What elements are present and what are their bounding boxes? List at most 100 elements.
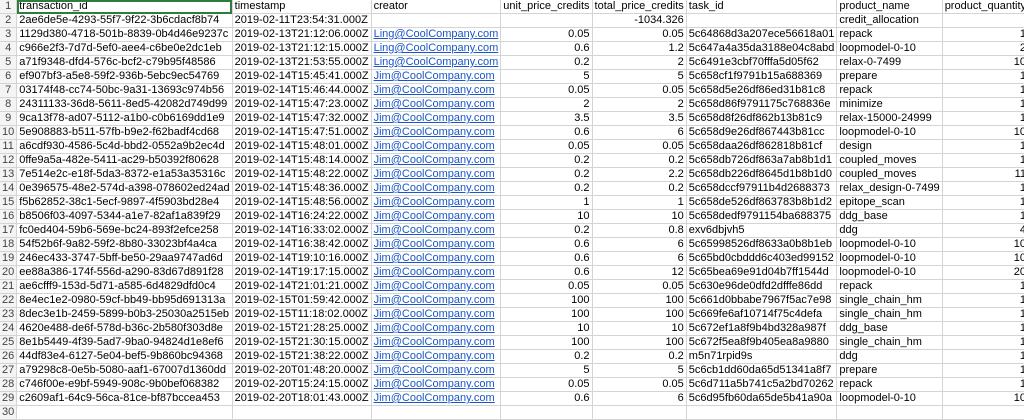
row-number[interactable]: 17 bbox=[0, 223, 18, 238]
row-number[interactable]: 10 bbox=[0, 125, 18, 140]
row-number[interactable]: 14 bbox=[0, 181, 18, 196]
cell-timestamp[interactable]: 2019-02-14T16:33:02.000Z bbox=[232, 223, 372, 238]
cell-task-id[interactable]: 5c6491e3cbf70fffa5d05f62 bbox=[686, 55, 838, 70]
cell-unit-price-credits[interactable]: 0.6 bbox=[500, 265, 593, 280]
cell-unit-price-credits[interactable]: 10 bbox=[500, 321, 593, 336]
cell-product-quantity[interactable]: 11 bbox=[942, 167, 1024, 182]
cell-product-quantity[interactable]: 1 bbox=[942, 321, 1024, 336]
row-number[interactable]: 3 bbox=[0, 27, 18, 42]
cell-transaction-id[interactable]: 0ffe9a5a-482e-5411-ac29-b50392f80628 bbox=[16, 153, 233, 168]
cell-unit-price-credits[interactable] bbox=[500, 13, 593, 28]
cell-transaction-id[interactable]: 4620e488-de6f-578d-b36c-2b580f303d8e bbox=[16, 321, 233, 336]
cell-product-name[interactable]: ddg_base bbox=[836, 321, 943, 336]
cell-creator[interactable] bbox=[371, 405, 502, 420]
cell-transaction-id[interactable]: c746f00e-e9bf-5949-908c-9b0bef068382 bbox=[16, 377, 233, 392]
row-number[interactable]: 29 bbox=[0, 391, 18, 406]
cell-timestamp[interactable]: 2019-02-15T11:18:02.000Z bbox=[232, 307, 372, 322]
column-header-creator[interactable]: creator bbox=[371, 0, 502, 14]
cell-unit-price-credits[interactable] bbox=[500, 405, 593, 420]
cell-transaction-id[interactable]: c966e2f3-7d7d-5ef0-aee4-c6be0e2dc1eb bbox=[16, 41, 233, 56]
cell-product-name[interactable]: minimize bbox=[836, 97, 943, 112]
creator-email-link[interactable]: Jim@CoolCompany.com bbox=[374, 238, 495, 250]
cell-timestamp[interactable]: 2019-02-14T15:47:23.000Z bbox=[232, 97, 372, 112]
cell-creator[interactable]: Jim@CoolCompany.com bbox=[371, 293, 502, 308]
creator-email-link[interactable]: Jim@CoolCompany.com bbox=[374, 280, 495, 292]
cell-timestamp[interactable]: 2019-02-14T15:48:56.000Z bbox=[232, 195, 372, 210]
cell-transaction-id[interactable]: 246ec433-3747-5bff-be50-29aa9747ad6d bbox=[16, 251, 233, 266]
creator-email-link[interactable]: Jim@CoolCompany.com bbox=[374, 70, 495, 82]
cell-timestamp[interactable]: 2019-02-14T15:48:36.000Z bbox=[232, 181, 372, 196]
cell-task-id[interactable]: 5c630e96de0dfd2dfffe86dd bbox=[686, 279, 838, 294]
creator-email-link[interactable]: Ling@CoolCompany.com bbox=[374, 28, 499, 40]
cell-unit-price-credits[interactable]: 0.2 bbox=[500, 153, 593, 168]
cell-transaction-id[interactable]: c2609af1-64c9-56ca-81ce-bf87bccea453 bbox=[16, 391, 233, 406]
cell-unit-price-credits[interactable]: 0.05 bbox=[500, 139, 593, 154]
cell-timestamp[interactable]: 2019-02-13T21:12:15.000Z bbox=[232, 41, 372, 56]
cell-product-quantity[interactable]: 1 bbox=[942, 335, 1024, 350]
cell-product-quantity[interactable]: 1 bbox=[942, 363, 1024, 378]
cell-product-name[interactable]: ddg_base bbox=[836, 209, 943, 224]
cell-total-price-credits[interactable]: 0.2 bbox=[592, 153, 687, 168]
cell-transaction-id[interactable]: 03174f48-cc74-50bc-9a31-13693c974b56 bbox=[16, 83, 233, 98]
cell-total-price-credits[interactable]: 1 bbox=[592, 195, 687, 210]
row-number[interactable]: 28 bbox=[0, 377, 18, 392]
cell-total-price-credits[interactable]: 100 bbox=[592, 307, 687, 322]
cell-timestamp[interactable]: 2019-02-14T16:38:42.000Z bbox=[232, 237, 372, 252]
cell-product-quantity[interactable] bbox=[942, 13, 1024, 28]
cell-timestamp[interactable]: 2019-02-14T21:01:21.000Z bbox=[232, 279, 372, 294]
cell-product-name[interactable]: prepare bbox=[836, 69, 943, 84]
cell-unit-price-credits[interactable]: 0.6 bbox=[500, 391, 593, 406]
cell-total-price-credits[interactable] bbox=[592, 405, 687, 420]
cell-total-price-credits[interactable]: 100 bbox=[592, 293, 687, 308]
row-number[interactable]: 15 bbox=[0, 195, 18, 210]
cell-timestamp[interactable]: 2019-02-15T21:28:25.000Z bbox=[232, 321, 372, 336]
cell-total-price-credits[interactable]: 5 bbox=[592, 69, 687, 84]
cell-creator[interactable]: Jim@CoolCompany.com bbox=[371, 279, 502, 294]
creator-email-link[interactable]: Jim@CoolCompany.com bbox=[374, 308, 495, 320]
cell-task-id[interactable]: 5c647a4a35da3188e04c8abd bbox=[686, 41, 838, 56]
cell-task-id[interactable]: 5c658dedf9791154ba688375 bbox=[686, 209, 838, 224]
row-number[interactable]: 19 bbox=[0, 251, 18, 266]
cell-total-price-credits[interactable]: 5 bbox=[592, 363, 687, 378]
cell-transaction-id[interactable]: 54f52b6f-9a82-59f2-8b80-33023bf4a4ca bbox=[16, 237, 233, 252]
column-header-unit-price-credits[interactable]: unit_price_credits bbox=[500, 0, 593, 14]
cell-transaction-id[interactable]: 0e396575-48e2-574d-a398-078602ed24ad bbox=[16, 181, 233, 196]
cell-total-price-credits[interactable]: 3.5 bbox=[592, 111, 687, 126]
cell-total-price-credits[interactable]: 6 bbox=[592, 251, 687, 266]
cell-unit-price-credits[interactable]: 5 bbox=[500, 69, 593, 84]
cell-task-id[interactable]: 5c65bd0cbddd6c403ed99152 bbox=[686, 251, 838, 266]
cell-creator[interactable]: Jim@CoolCompany.com bbox=[371, 391, 502, 406]
creator-email-link[interactable]: Jim@CoolCompany.com bbox=[374, 140, 495, 152]
cell-total-price-credits[interactable]: 0.05 bbox=[592, 139, 687, 154]
cell-product-quantity[interactable]: 1 bbox=[942, 307, 1024, 322]
cell-product-name[interactable]: prepare bbox=[836, 363, 943, 378]
cell-creator[interactable]: Jim@CoolCompany.com bbox=[371, 237, 502, 252]
cell-transaction-id[interactable]: ee88a386-174f-556d-a290-83d67d891f28 bbox=[16, 265, 233, 280]
cell-product-quantity[interactable]: 1 bbox=[942, 97, 1024, 112]
cell-transaction-id[interactable]: a79298c8-0e5b-5080-aaf1-67007d1360dd bbox=[16, 363, 233, 378]
cell-unit-price-credits[interactable]: 0.6 bbox=[500, 251, 593, 266]
cell-creator[interactable]: Ling@CoolCompany.com bbox=[371, 55, 502, 70]
creator-email-link[interactable]: Jim@CoolCompany.com bbox=[374, 98, 495, 110]
creator-email-link[interactable]: Jim@CoolCompany.com bbox=[374, 266, 495, 278]
row-number[interactable]: 13 bbox=[0, 167, 18, 182]
creator-email-link[interactable]: Jim@CoolCompany.com bbox=[374, 336, 495, 348]
row-number[interactable]: 30 bbox=[0, 405, 18, 420]
creator-email-link[interactable]: Jim@CoolCompany.com bbox=[374, 224, 495, 236]
row-number[interactable]: 4 bbox=[0, 41, 18, 56]
cell-transaction-id[interactable]: 8e4ec1e2-0980-59cf-bb49-bb95d691313a bbox=[16, 293, 233, 308]
column-header-timestamp[interactable]: timestamp bbox=[232, 0, 372, 14]
cell-total-price-credits[interactable]: 2 bbox=[592, 97, 687, 112]
cell-product-name[interactable]: loopmodel-0-10 bbox=[836, 41, 943, 56]
cell-unit-price-credits[interactable]: 100 bbox=[500, 335, 593, 350]
cell-timestamp[interactable]: 2019-02-11T23:54:31.000Z bbox=[232, 13, 372, 28]
cell-unit-price-credits[interactable]: 0.2 bbox=[500, 349, 593, 364]
cell-transaction-id[interactable]: 8e1b5449-4f39-5ad7-9ba0-94824d1e8ef6 bbox=[16, 335, 233, 350]
cell-product-name[interactable] bbox=[836, 405, 943, 420]
cell-total-price-credits[interactable]: 6 bbox=[592, 391, 687, 406]
cell-unit-price-credits[interactable]: 0.6 bbox=[500, 41, 593, 56]
cell-product-name[interactable]: coupled_moves bbox=[836, 153, 943, 168]
cell-task-id[interactable]: 5c64868d3a207ece56618a01 bbox=[686, 27, 838, 42]
cell-task-id[interactable]: 5c65bea69e91d04b7ff1544d bbox=[686, 265, 838, 280]
cell-product-name[interactable]: relax-15000-24999 bbox=[836, 111, 943, 126]
